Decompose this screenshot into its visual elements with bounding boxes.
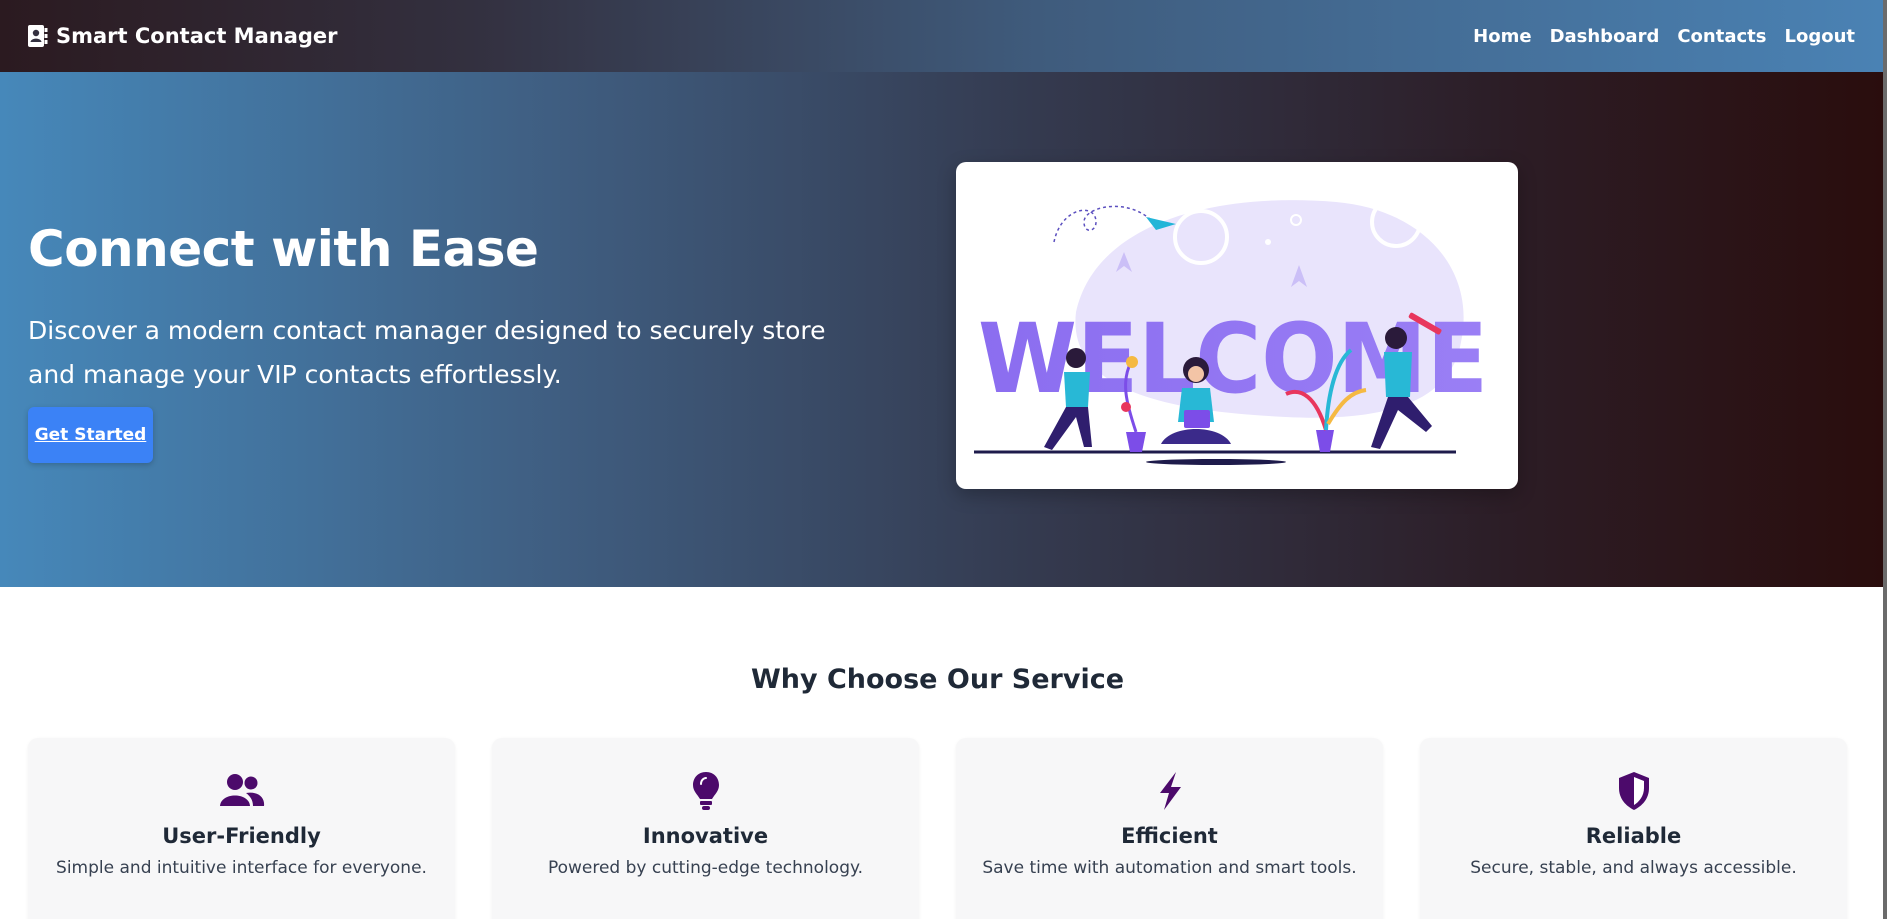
main-nav: Home Dashboard Contacts Logout [1473, 26, 1855, 47]
nav-logout-link[interactable]: Logout [1784, 26, 1855, 47]
feature-description: Secure, stable, and always accessible. [1470, 858, 1797, 878]
contact-book-icon [28, 25, 48, 47]
feature-title: Efficient [1121, 824, 1218, 848]
features-title: Why Choose Our Service [750, 664, 1125, 695]
nav-home-link[interactable]: Home [1473, 26, 1531, 47]
welcome-illustration: WELCOME [956, 162, 1518, 489]
vertical-scrollbar[interactable] [1883, 0, 1887, 919]
hero-section: Connect with Ease Discover a modern cont… [0, 72, 1883, 587]
feature-description: Simple and intuitive interface for every… [56, 858, 427, 878]
shield-icon [1617, 770, 1651, 812]
feature-card-innovative: Innovative Powered by cutting-edge techn… [492, 738, 919, 919]
nav-contacts-link[interactable]: Contacts [1677, 26, 1766, 47]
nav-dashboard-link[interactable]: Dashboard [1550, 26, 1660, 47]
feature-description: Save time with automation and smart tool… [982, 858, 1357, 878]
get-started-button[interactable]: Get Started [28, 407, 153, 463]
feature-title: Reliable [1585, 824, 1682, 848]
feature-card-efficient: Efficient Save time with automation and … [956, 738, 1383, 919]
feature-description: Powered by cutting-edge technology. [547, 858, 864, 878]
features-list: User-Friendly Simple and intuitive inter… [28, 738, 1847, 919]
lightbulb-icon [692, 770, 720, 812]
hero-subtitle: Discover a modern contact manager design… [28, 316, 826, 389]
feature-card-reliable: Reliable Secure, stable, and always acce… [1420, 738, 1847, 919]
brand[interactable]: Smart Contact Manager [28, 24, 338, 48]
navbar: Smart Contact Manager Home Dashboard Con… [0, 0, 1883, 72]
hero-title: Connect with Ease [28, 220, 539, 278]
users-icon [219, 770, 265, 812]
feature-title: Innovative [642, 824, 769, 848]
lightning-icon [1156, 770, 1184, 812]
brand-name: Smart Contact Manager [56, 24, 338, 48]
feature-card-user-friendly: User-Friendly Simple and intuitive inter… [28, 738, 455, 919]
feature-title: User-Friendly [162, 824, 321, 848]
page: Smart Contact Manager Home Dashboard Con… [0, 0, 1883, 919]
